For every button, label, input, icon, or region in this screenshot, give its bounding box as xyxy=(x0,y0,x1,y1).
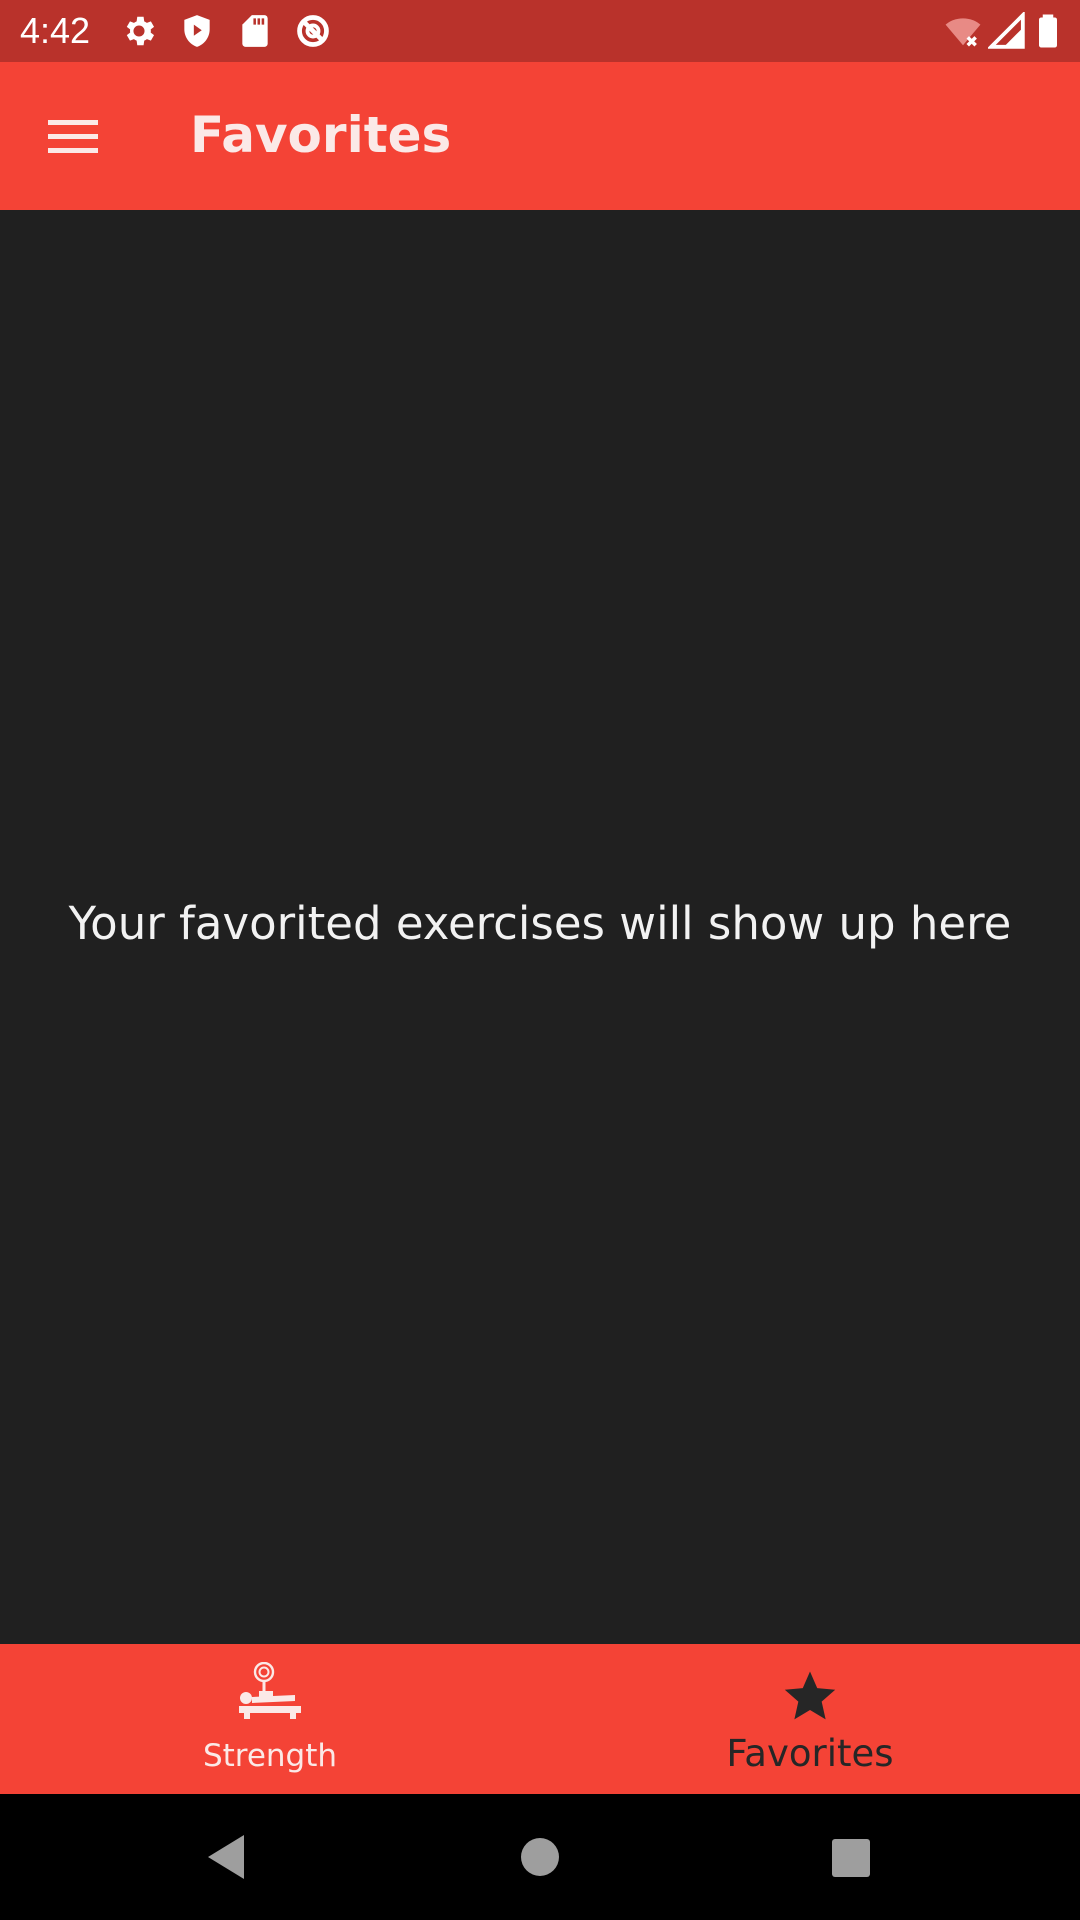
shield-icon xyxy=(178,12,216,50)
app-bar: Favorites xyxy=(0,62,1080,210)
sd-card-icon xyxy=(236,12,274,50)
nav-item-favorites[interactable]: Favorites xyxy=(540,1644,1080,1794)
star-icon xyxy=(782,1668,838,1724)
home-icon xyxy=(510,1827,570,1887)
page-title: Favorites xyxy=(190,106,452,164)
signal-icon xyxy=(988,12,1026,50)
settings-icon xyxy=(120,12,158,50)
data-saver-icon xyxy=(294,12,332,50)
battery-icon xyxy=(1030,12,1066,50)
hamburger-menu-icon xyxy=(40,106,106,166)
app-screen: 4:42 Favorites Your favorited exercises … xyxy=(0,0,1080,1920)
recents-button[interactable] xyxy=(820,1827,880,1887)
back-icon xyxy=(196,1827,256,1887)
back-button[interactable] xyxy=(196,1827,256,1887)
favorites-content: Your favorited exercises will show up he… xyxy=(0,210,1080,1644)
nav-label-strength: Strength xyxy=(202,1738,338,1774)
status-bar: 4:42 xyxy=(0,0,1080,62)
bottom-navigation: Strength Favorites xyxy=(0,1644,1080,1794)
status-time: 4:42 xyxy=(20,10,91,51)
empty-state-message: Your favorited exercises will show up he… xyxy=(68,897,1012,950)
system-navigation-bar xyxy=(0,1794,1080,1920)
bench-press-icon xyxy=(237,1662,303,1728)
nav-label-favorites: Favorites xyxy=(726,1732,894,1775)
wifi-off-icon xyxy=(942,12,984,50)
menu-button[interactable] xyxy=(40,106,106,166)
recents-icon xyxy=(820,1827,880,1887)
home-button[interactable] xyxy=(510,1827,570,1887)
nav-item-strength[interactable]: Strength xyxy=(0,1644,540,1794)
